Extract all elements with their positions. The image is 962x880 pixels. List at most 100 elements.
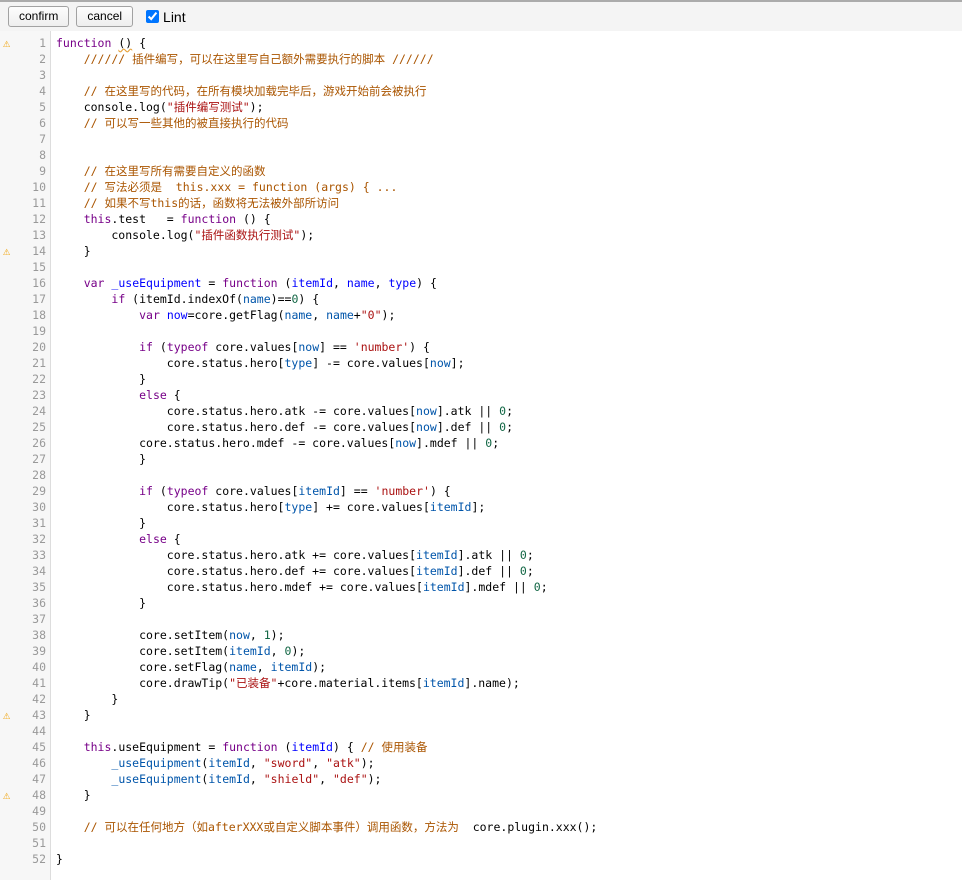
code-token: // 在这里写的代码，在所有模块加载完毕后，游戏开始前会被执行 xyxy=(56,84,426,98)
code-line-text[interactable]: core.status.hero.def -= core.values[now]… xyxy=(52,419,962,435)
lint-warning-icon[interactable]: ⚠ xyxy=(3,707,10,723)
code-token: _useEquipment xyxy=(111,772,201,786)
gutter-cell: 39 xyxy=(0,643,52,659)
lint-toggle: Lint xyxy=(146,9,186,25)
code-token: ) { xyxy=(416,276,437,290)
code-token: function xyxy=(222,740,277,754)
code-line: 25 core.status.hero.def -= core.values[n… xyxy=(0,419,962,435)
code-editor[interactable]: ⚠1function () {2 ////// 插件编写，可以在这里写自己额外需… xyxy=(0,31,962,880)
lint-label[interactable]: Lint xyxy=(163,9,186,25)
code-line-text[interactable] xyxy=(52,67,962,83)
code-line-text[interactable]: } xyxy=(52,691,962,707)
line-number: 2 xyxy=(0,51,52,67)
gutter-cell: 22 xyxy=(0,371,52,387)
line-number: 50 xyxy=(0,819,52,835)
code-line: ⚠1function () { xyxy=(0,35,962,51)
code-line-text[interactable] xyxy=(52,147,962,163)
code-line-text[interactable] xyxy=(52,467,962,483)
code-line-text[interactable]: } xyxy=(52,371,962,387)
code-line-text[interactable]: // 在这里写的代码，在所有模块加载完毕后，游戏开始前会被执行 xyxy=(52,83,962,99)
cancel-button[interactable]: cancel xyxy=(76,6,133,27)
gutter-cell: 13 xyxy=(0,227,52,243)
code-line-text[interactable]: this.test = function () { xyxy=(52,211,962,227)
code-line-text[interactable]: if (itemId.indexOf(name)==0) { xyxy=(52,291,962,307)
code-line-text[interactable] xyxy=(52,323,962,339)
code-token: ].name); xyxy=(464,676,519,690)
code-line-text[interactable]: core.setItem(now, 1); xyxy=(52,627,962,643)
code-token: ); xyxy=(291,644,305,658)
code-token: itemId xyxy=(208,756,250,770)
code-token: core.setItem( xyxy=(56,628,229,642)
code-line-text[interactable]: core.status.hero[type] -= core.values[no… xyxy=(52,355,962,371)
code-line-text[interactable]: // 可以在任何地方（如afterXXX或自定义脚本事件）调用函数，方法为 co… xyxy=(52,819,962,835)
code-line-text[interactable]: // 可以写一些其他的被直接执行的代码 xyxy=(52,115,962,131)
lint-warning-icon[interactable]: ⚠ xyxy=(3,243,10,259)
gutter-cell: 51 xyxy=(0,835,52,851)
code-line-text[interactable]: core.status.hero.def += core.values[item… xyxy=(52,563,962,579)
code-line-text[interactable]: } xyxy=(52,787,962,803)
code-line-text[interactable]: else { xyxy=(52,387,962,403)
code-line: 16 var _useEquipment = function (itemId,… xyxy=(0,275,962,291)
gutter-cell: 12 xyxy=(0,211,52,227)
code-line-text[interactable]: core.status.hero.atk += core.values[item… xyxy=(52,547,962,563)
code-line-text[interactable]: console.log("插件编写测试"); xyxy=(52,99,962,115)
code-line-text[interactable]: // 写法必须是 this.xxx = function (args) { ..… xyxy=(52,179,962,195)
code-line-text[interactable] xyxy=(52,131,962,147)
code-line-text[interactable]: console.log("插件函数执行测试"); xyxy=(52,227,962,243)
code-token: core.values[ xyxy=(208,484,298,498)
code-line-text[interactable]: core.setFlag(name, itemId); xyxy=(52,659,962,675)
confirm-button[interactable]: confirm xyxy=(8,6,69,27)
code-line-text[interactable]: else { xyxy=(52,531,962,547)
code-line-text[interactable]: var _useEquipment = function (itemId, na… xyxy=(52,275,962,291)
code-line: 21 core.status.hero[type] -= core.values… xyxy=(0,355,962,371)
code-line-text[interactable]: // 在这里写所有需要自定义的函数 xyxy=(52,163,962,179)
code-token: if xyxy=(111,292,125,306)
code-token: function xyxy=(56,36,111,50)
code-line-text[interactable]: function () { xyxy=(52,35,962,51)
code-line-text[interactable]: if (typeof core.values[itemId] == 'numbe… xyxy=(52,483,962,499)
code-line-text[interactable] xyxy=(52,803,962,819)
code-token: ); xyxy=(271,628,285,642)
code-line-text[interactable]: } xyxy=(52,707,962,723)
code-line-text[interactable]: core.status.hero[type] += core.values[it… xyxy=(52,499,962,515)
code-line-text[interactable]: var now=core.getFlag(name, name+"0"); xyxy=(52,307,962,323)
code-line-text[interactable] xyxy=(52,835,962,851)
code-line: 7 xyxy=(0,131,962,147)
code-line-text[interactable] xyxy=(52,611,962,627)
lint-checkbox[interactable] xyxy=(146,10,159,23)
lint-warning-icon[interactable]: ⚠ xyxy=(3,787,10,803)
code-token: if xyxy=(139,340,153,354)
code-token: ) { xyxy=(333,740,361,754)
code-line-text[interactable]: core.status.hero.mdef += core.values[ite… xyxy=(52,579,962,595)
code-token: ; xyxy=(492,436,499,450)
code-line-text[interactable]: } xyxy=(52,851,962,867)
lint-warning-icon[interactable]: ⚠ xyxy=(3,35,10,51)
code-line-text[interactable]: core.status.hero.mdef -= core.values[now… xyxy=(52,435,962,451)
gutter-cell: 7 xyxy=(0,131,52,147)
code-line-text[interactable]: } xyxy=(52,451,962,467)
code-line-text[interactable]: core.drawTip("已装备"+core.material.items[i… xyxy=(52,675,962,691)
code-line-text[interactable]: core.status.hero.atk -= core.values[now]… xyxy=(52,403,962,419)
code-line-text[interactable] xyxy=(52,259,962,275)
code-line-text[interactable]: } xyxy=(52,595,962,611)
code-line-text[interactable]: if (typeof core.values[now] == 'number')… xyxy=(52,339,962,355)
code-line-text[interactable]: _useEquipment(itemId, "sword", "atk"); xyxy=(52,755,962,771)
code-token: ]; xyxy=(471,500,485,514)
code-line-text[interactable]: // 如果不写this的话，函数将无法被外部所访问 xyxy=(52,195,962,211)
code-token: name xyxy=(285,308,313,322)
gutter-cell: 25 xyxy=(0,419,52,435)
code-token: name xyxy=(347,276,375,290)
gutter-cell: 9 xyxy=(0,163,52,179)
code-line-text[interactable]: } xyxy=(52,515,962,531)
code-token: ; xyxy=(527,548,534,562)
code-line-text[interactable] xyxy=(52,723,962,739)
code-line-text[interactable]: this.useEquipment = function (itemId) { … xyxy=(52,739,962,755)
code-line: 12 this.test = function () { xyxy=(0,211,962,227)
code-line-text[interactable]: core.setItem(itemId, 0); xyxy=(52,643,962,659)
code-line-text[interactable]: } xyxy=(52,243,962,259)
gutter-cell: 27 xyxy=(0,451,52,467)
code-token: (itemId.indexOf( xyxy=(125,292,243,306)
code-line: ⚠43 } xyxy=(0,707,962,723)
code-line-text[interactable]: _useEquipment(itemId, "shield", "def"); xyxy=(52,771,962,787)
code-line-text[interactable]: ////// 插件编写，可以在这里写自己额外需要执行的脚本 ////// xyxy=(52,51,962,67)
